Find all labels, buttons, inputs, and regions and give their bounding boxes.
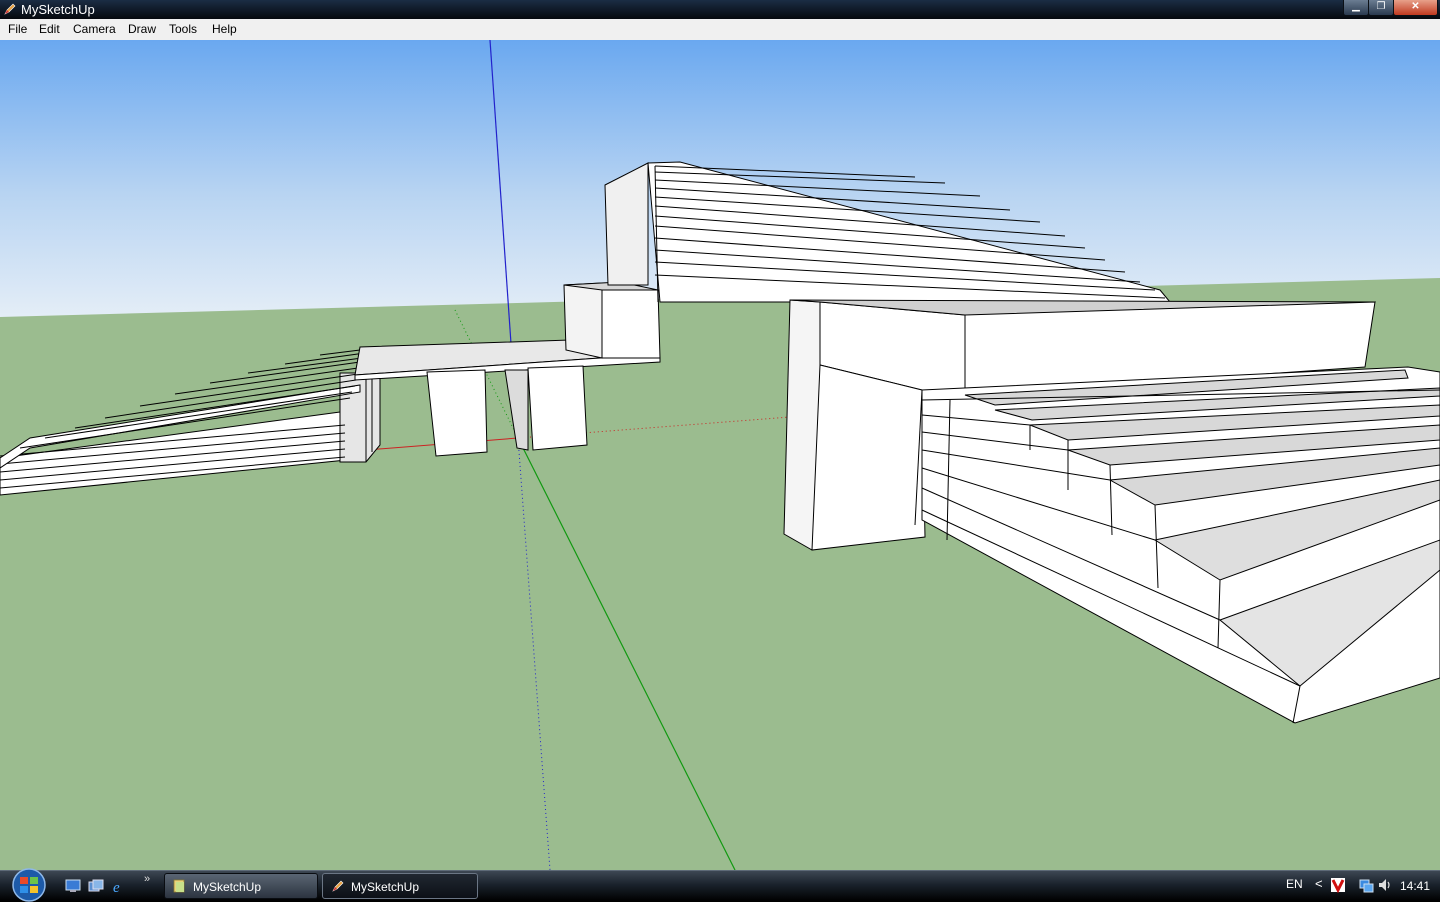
quick-launch-chevron[interactable]: » xyxy=(144,873,150,885)
window-title: MySketchUp xyxy=(21,2,95,17)
minimize-button[interactable]: ▁ xyxy=(1343,0,1369,16)
menu-camera[interactable]: Camera xyxy=(73,22,116,36)
close-button[interactable]: ✕ xyxy=(1393,0,1438,16)
show-desktop-icon[interactable] xyxy=(65,879,81,893)
taskbar-button-label: MySketchUp xyxy=(193,880,262,894)
volume-icon[interactable] xyxy=(1377,877,1393,893)
sketchup-pencil-icon xyxy=(4,3,16,15)
minimize-icon: ▁ xyxy=(1352,1,1360,12)
menu-draw[interactable]: Draw xyxy=(128,22,156,36)
restore-icon: ❐ xyxy=(1376,1,1386,12)
taskbar-button-sketchup[interactable]: MySketchUp xyxy=(322,873,478,899)
windows-start-icon[interactable] xyxy=(9,868,49,902)
menu-edit[interactable]: Edit xyxy=(39,22,60,36)
clock[interactable]: 14:41 xyxy=(1400,879,1430,893)
taskbar: e » MySketchUp MySketchUp EN < 14:41 xyxy=(0,868,1440,902)
restore-button[interactable]: ❐ xyxy=(1368,0,1394,16)
taskbar-button-folder[interactable]: MySketchUp xyxy=(164,873,318,899)
tray-expand-button[interactable]: < xyxy=(1315,876,1323,891)
internet-explorer-icon[interactable]: e xyxy=(111,879,127,893)
antivirus-icon[interactable] xyxy=(1330,877,1346,893)
language-indicator[interactable]: EN xyxy=(1286,877,1303,891)
network-icon[interactable] xyxy=(1358,877,1374,893)
folder-icon xyxy=(173,879,185,893)
svg-text:e: e xyxy=(113,880,120,893)
menu-help[interactable]: Help xyxy=(212,22,237,36)
close-icon: ✕ xyxy=(1411,1,1420,12)
title-bar[interactable]: MySketchUp ▁ ❐ ✕ xyxy=(0,0,1440,19)
menu-file[interactable]: File xyxy=(8,22,27,36)
menu-tools[interactable]: Tools xyxy=(169,22,197,36)
taskbar-button-label: MySketchUp xyxy=(351,880,420,894)
menu-bar: File Edit Camera Draw Tools Help xyxy=(0,19,1440,41)
switch-windows-icon[interactable] xyxy=(88,879,104,893)
3d-viewport[interactable] xyxy=(0,40,1440,870)
sketchup-pencil-icon xyxy=(332,880,344,892)
